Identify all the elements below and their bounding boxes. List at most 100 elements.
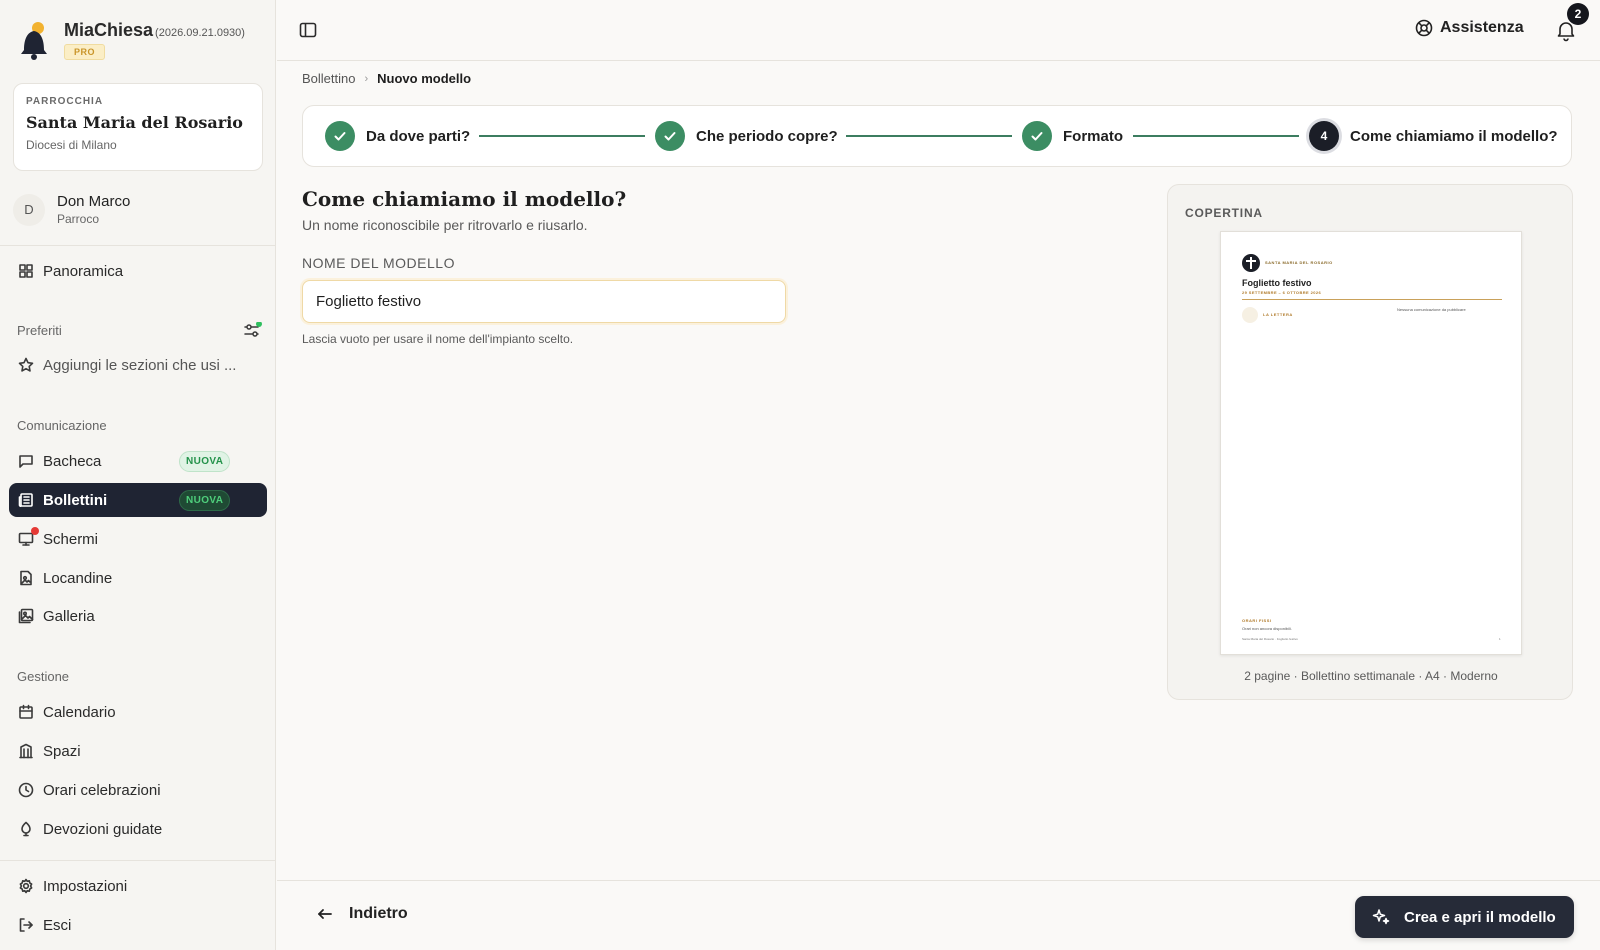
bell-logo-icon: [16, 20, 52, 62]
step-label: Come chiamiamo il modello?: [1350, 127, 1558, 145]
sidebar-item-label: Bacheca: [43, 452, 102, 470]
sidebar-item-devozioni[interactable]: Devozioni guidate: [9, 812, 267, 846]
lifebuoy-icon: [1415, 19, 1433, 37]
sidebar-item-spazi[interactable]: Spazi: [9, 734, 267, 768]
cover-preview: COPERTINA SANTA MARIA DEL ROSARIO Foglie…: [1167, 184, 1573, 700]
sidebar-item-label: Bollettini: [43, 491, 108, 509]
sidebar-item-overview[interactable]: Panoramica: [9, 254, 267, 288]
back-button[interactable]: Indietro: [317, 905, 408, 923]
avatar: D: [13, 193, 45, 226]
sidebar-item-label: Calendario: [43, 703, 116, 721]
sidebar-item-label: Esci: [43, 916, 72, 934]
sidebar-item-label: Aggiungi le sezioni che usi ...: [43, 356, 237, 374]
doc-page-number: 1: [1499, 637, 1501, 641]
doc-orari-heading: ORARI FISSI: [1242, 618, 1272, 623]
topbar: Assistenza 2: [277, 0, 1600, 61]
create-model-button[interactable]: Crea e apri il modello: [1355, 896, 1574, 938]
preview-caption: 2 pagine · Bollettino settimanale · A4 ·…: [1244, 669, 1498, 683]
check-icon: [655, 121, 685, 151]
wizard-stepper: Da dove parti? Che periodo copre? Format…: [302, 105, 1572, 167]
clock-icon: [18, 782, 34, 798]
brand[interactable]: MiaChiesa (2026.09.21.0930) PRO: [16, 20, 245, 62]
create-label: Crea e apri il modello: [1404, 908, 1556, 926]
doc-letter-heading: LA LETTERA: [1263, 312, 1293, 317]
user-role: Parroco: [57, 212, 100, 226]
form-title: Come chiamiamo il modello?: [302, 187, 627, 211]
step-4[interactable]: 4 Come chiamiamo il modello?: [1309, 121, 1558, 151]
cross-logo-icon: [1242, 254, 1260, 272]
sidebar-item-esci[interactable]: Esci: [9, 908, 267, 942]
sidebar-item-calendario[interactable]: Calendario: [9, 695, 267, 729]
form-subtitle: Un nome riconoscibile per ritrovarlo e r…: [302, 217, 588, 233]
message-square-icon: [18, 453, 34, 469]
star-icon: [18, 357, 34, 373]
sidebar-item-impostazioni[interactable]: Impostazioni: [9, 869, 267, 903]
management-section-label: Gestione: [17, 669, 70, 684]
favorites-section-label: Preferiti: [17, 323, 62, 338]
calendar-icon: [18, 704, 34, 720]
user-profile[interactable]: D Don Marco Parroco: [13, 193, 130, 226]
breadcrumb: Bollettino › Nuovo modello: [302, 71, 471, 86]
sidebar-item-label: Galleria: [43, 607, 95, 625]
sidebar-item-schermi[interactable]: Schermi: [9, 522, 267, 556]
step-1[interactable]: Da dove parti?: [325, 121, 470, 151]
sidebar: MiaChiesa (2026.09.21.0930) PRO PARROCCHI…: [0, 0, 276, 950]
sliders-icon[interactable]: [244, 321, 262, 338]
sidebar-item-galleria[interactable]: Galleria: [9, 599, 267, 633]
model-name-input[interactable]: [302, 280, 786, 323]
app-name: MiaChiesa: [64, 20, 154, 40]
sidebar-item-orari[interactable]: Orari celebrazioni: [9, 773, 267, 807]
sidebar-item-label: Impostazioni: [43, 877, 128, 895]
arrow-left-icon: [318, 909, 332, 919]
sidebar-item-bollettini[interactable]: Bollettini NUOVA: [9, 483, 267, 517]
step-2[interactable]: Che periodo copre?: [655, 121, 838, 151]
model-name-hint: Lascia vuoto per usare il nome dell'impi…: [302, 332, 574, 346]
help-label: Assistenza: [1440, 19, 1524, 36]
gear-icon: [18, 878, 34, 894]
favorites-add-hint[interactable]: Aggiungi le sezioni che usi ...: [9, 348, 267, 382]
communication-section-label: Comunicazione: [17, 418, 107, 433]
doc-rule: [1242, 299, 1502, 300]
sidebar-item-label: Orari celebrazioni: [43, 781, 161, 799]
file-image-icon: [18, 570, 34, 586]
candle-icon: [18, 821, 34, 837]
breadcrumb-parent[interactable]: Bollettino: [302, 71, 355, 86]
step-label: Formato: [1063, 127, 1123, 145]
sidebar-item-label: Devozioni guidate: [43, 820, 163, 838]
parish-name: Santa Maria del Rosario: [26, 113, 243, 132]
parish-selector[interactable]: PARROCCHIA Santa Maria del Rosario Dioce…: [13, 83, 263, 171]
sidebar-item-label: Spazi: [43, 742, 81, 760]
parish-label: PARROCCHIA: [26, 96, 104, 107]
check-icon: [325, 121, 355, 151]
notifications-count-badge: 2: [1567, 3, 1589, 25]
doc-orari-text: Orari non ancora disponibili.: [1242, 626, 1292, 631]
new-badge: NUOVA: [179, 489, 231, 511]
check-icon: [1022, 121, 1052, 151]
sidebar-item-label: Locandine: [43, 569, 113, 587]
sidebar-toggle-icon[interactable]: [299, 22, 317, 38]
alert-dot: [31, 527, 39, 535]
app-version: (2026.09.21.0930): [155, 27, 245, 39]
sidebar-item-bacheca[interactable]: Bacheca NUOVA: [9, 444, 267, 478]
dashboard-icon: [18, 263, 34, 279]
step-connector: [1133, 135, 1299, 137]
monitor-icon: [18, 527, 39, 547]
cover-thumbnail[interactable]: SANTA MARIA DEL ROSARIO Foglietto festiv…: [1220, 231, 1522, 655]
doc-no-comms: Nessuna comunicazione da pubblicare: [1397, 307, 1466, 312]
doc-dates: 29 SETTEMBRE – 6 OTTOBRE 2026: [1242, 290, 1322, 295]
sidebar-item-locandine[interactable]: Locandine: [9, 561, 267, 595]
step-3[interactable]: Formato: [1022, 121, 1123, 151]
plan-badge: PRO: [64, 44, 106, 60]
wizard-footer: Indietro Crea e apri il modello: [277, 880, 1600, 950]
user-name: Don Marco: [57, 193, 131, 210]
help-button[interactable]: Assistenza: [1415, 19, 1524, 37]
parish-diocese: Diocesi di Milano: [26, 138, 117, 152]
sidebar-divider: [0, 860, 276, 861]
building-icon: [18, 743, 34, 759]
new-badge: NUOVA: [179, 450, 231, 472]
images-icon: [18, 608, 34, 624]
sidebar-divider: [0, 245, 276, 246]
step-connector: [479, 135, 645, 137]
sparkles-icon: [1372, 909, 1390, 925]
logout-icon: [18, 917, 34, 933]
